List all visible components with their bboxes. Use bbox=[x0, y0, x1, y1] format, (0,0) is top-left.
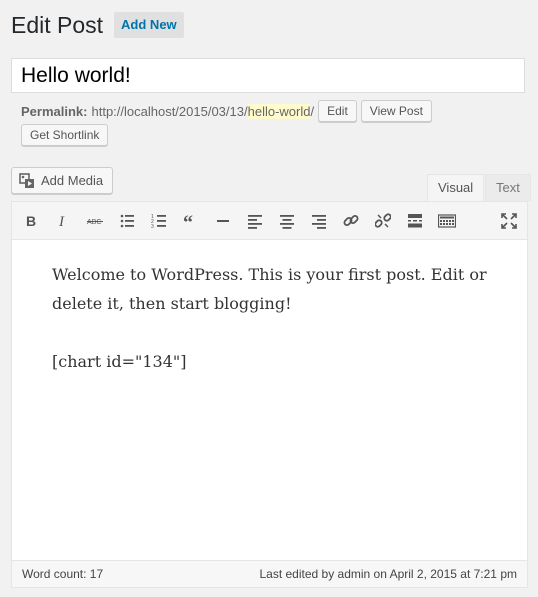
link-icon[interactable] bbox=[339, 209, 363, 233]
align-left-icon[interactable] bbox=[243, 209, 267, 233]
word-count: Word count: 17 bbox=[22, 567, 104, 581]
add-new-button[interactable]: Add New bbox=[114, 12, 184, 38]
page-header: Edit Post Add New bbox=[11, 10, 184, 40]
strikethrough-icon[interactable]: ABC bbox=[83, 209, 107, 233]
editor-toolbar: B I ABC 123 “ bbox=[12, 202, 527, 240]
content-paragraph: Welcome to WordPress. This is your first… bbox=[52, 265, 487, 313]
svg-text:3: 3 bbox=[151, 224, 154, 229]
bulleted-list-icon[interactable] bbox=[115, 209, 139, 233]
unlink-icon[interactable] bbox=[371, 209, 395, 233]
last-edited: Last edited by admin on April 2, 2015 at… bbox=[259, 567, 517, 581]
fullscreen-icon[interactable] bbox=[497, 209, 521, 233]
permalink-label: Permalink: bbox=[21, 103, 88, 119]
svg-text:I: I bbox=[58, 214, 65, 229]
add-media-button[interactable]: Add Media bbox=[11, 167, 114, 194]
editor-status-bar: Word count: 17 Last edited by admin on A… bbox=[12, 560, 527, 587]
blockquote-icon[interactable]: “ bbox=[179, 209, 203, 233]
svg-text:B: B bbox=[26, 213, 36, 229]
horizontal-rule-icon[interactable] bbox=[211, 209, 235, 233]
align-right-icon[interactable] bbox=[307, 209, 331, 233]
toolbar-toggle-icon[interactable] bbox=[435, 209, 459, 233]
editor-content[interactable]: Welcome to WordPress. This is your first… bbox=[52, 260, 492, 405]
add-media-label: Add Media bbox=[41, 173, 104, 188]
italic-icon[interactable]: I bbox=[51, 209, 75, 233]
page-title: Edit Post bbox=[11, 12, 104, 38]
content-shortcode: [chart id="134"] bbox=[52, 352, 187, 371]
edit-permalink-button[interactable]: Edit bbox=[318, 100, 357, 122]
numbered-list-icon[interactable]: 123 bbox=[147, 209, 171, 233]
post-editor: B I ABC 123 “ Welcome to WordPress. This… bbox=[11, 201, 528, 588]
permalink-base-url: http://localhost/2015/03/13/ bbox=[91, 103, 248, 119]
tab-text[interactable]: Text bbox=[485, 174, 531, 201]
post-title-input[interactable]: Hello world! bbox=[11, 58, 525, 93]
svg-text:“: “ bbox=[183, 213, 193, 229]
bold-icon[interactable]: B bbox=[19, 209, 43, 233]
add-media-icon bbox=[19, 172, 34, 188]
read-more-icon[interactable] bbox=[403, 209, 427, 233]
tab-visual[interactable]: Visual bbox=[427, 174, 485, 201]
permalink-trailing: / bbox=[310, 103, 315, 119]
view-post-button[interactable]: View Post bbox=[360, 100, 432, 122]
permalink-slug[interactable]: hello-world bbox=[247, 103, 311, 119]
get-shortlink-button[interactable]: Get Shortlink bbox=[21, 124, 109, 146]
permalink-row: Permalink: http://localhost/2015/03/13/h… bbox=[21, 100, 432, 122]
align-center-icon[interactable] bbox=[275, 209, 299, 233]
svg-text:ABC: ABC bbox=[87, 219, 101, 226]
